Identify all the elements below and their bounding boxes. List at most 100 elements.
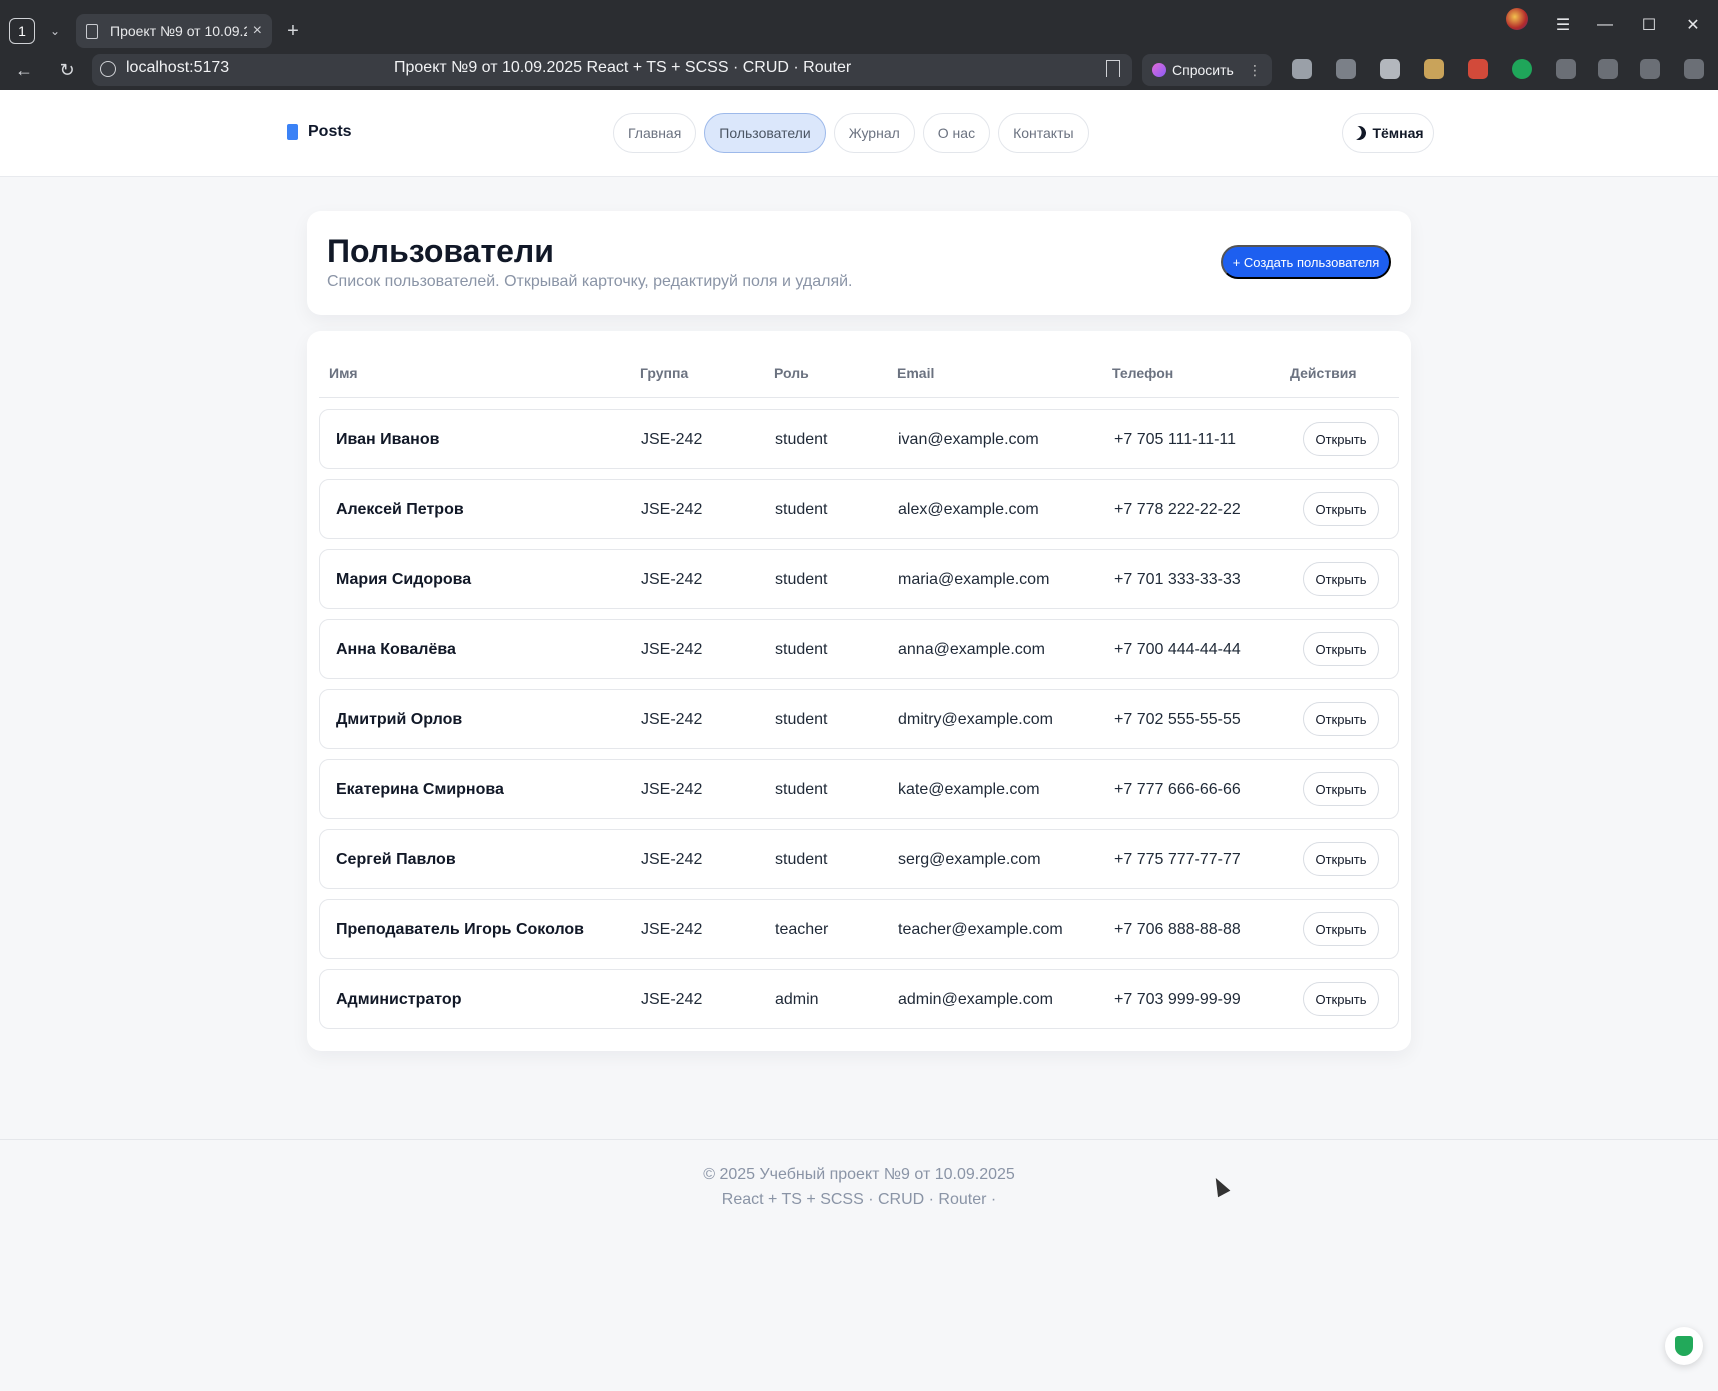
cell-email: teacher@example.com — [898, 921, 1063, 938]
more-vert-icon[interactable]: ⋮ — [1248, 62, 1262, 79]
cell-group: JSE-242 — [641, 641, 703, 658]
cookie-ext-icon[interactable] — [1424, 59, 1444, 79]
column-header-email: Email — [897, 365, 935, 381]
cell-name: Алексей Петров — [336, 501, 464, 518]
document-icon — [86, 23, 98, 39]
footer-stack: React + TS + SCSS · CRUD · Router · — [721, 1191, 997, 1208]
open-user-button[interactable]: Открыть — [1303, 772, 1379, 806]
table-row: Анна Ковалёва JSE-242 student anna@example.… — [319, 619, 1399, 679]
vue-ext-icon[interactable] — [1380, 59, 1400, 79]
cell-role: student — [775, 501, 828, 518]
media-icon[interactable] — [1598, 59, 1618, 79]
table-header: Имя Группа Роль Email Телефон Действия — [319, 331, 1399, 398]
cell-group: JSE-242 — [641, 431, 703, 448]
table-row: Мария Сидорова JSE-242 student maria@exampl… — [319, 549, 1399, 609]
cell-email: maria@example.com — [898, 571, 1050, 588]
cell-role: student — [775, 851, 828, 868]
tab-close-icon[interactable]: × — [253, 22, 262, 40]
nav-home[interactable]: Главная — [613, 113, 697, 153]
open-user-button[interactable]: Открыть — [1303, 632, 1379, 666]
cell-group: JSE-242 — [641, 501, 703, 518]
theme-label: Тёмная — [1372, 125, 1424, 141]
moon-icon — [1350, 124, 1368, 142]
ask-button[interactable]: Спросить ⋮ — [1142, 54, 1272, 86]
cell-phone: +7 775 777-77-77 — [1114, 851, 1241, 868]
globe-icon — [100, 61, 116, 77]
cell-group: JSE-242 — [641, 991, 703, 1008]
minimize-icon[interactable]: — — [1590, 10, 1620, 40]
theme-toggle-button[interactable]: Тёмная — [1342, 113, 1434, 153]
cell-role: admin — [775, 991, 819, 1008]
book-icon — [287, 124, 298, 140]
download-icon[interactable] — [1684, 59, 1704, 79]
cell-role: student — [775, 431, 828, 448]
site-footer: © 2025 Учебный проект №9 от 10.09.2025 R… — [0, 1139, 1718, 1391]
bookmark-icon[interactable] — [1106, 60, 1120, 77]
cell-email: ivan@example.com — [898, 431, 1039, 448]
nav-journal[interactable]: Журнал — [833, 113, 915, 153]
back-icon[interactable]: ← — [12, 58, 36, 82]
open-user-button[interactable]: Открыть — [1303, 562, 1379, 596]
browser-tab[interactable]: Проект №9 от 10.09.20 × — [76, 14, 272, 48]
site-header: Posts Главная Пользователи Журнал О нас … — [0, 90, 1718, 177]
nav-users[interactable]: Пользователи — [704, 113, 826, 153]
tab-counter[interactable]: 1 — [9, 18, 35, 44]
table-row: Алексей Петров JSE-242 student alex@example… — [319, 479, 1399, 539]
cell-role: teacher — [775, 921, 829, 938]
cell-phone: +7 702 555-55-55 — [1114, 711, 1241, 728]
page-title: Пользователи — [327, 233, 554, 269]
column-header-actions: Действия — [1290, 365, 1357, 381]
sidebar-icon[interactable] — [1640, 59, 1660, 79]
open-user-button[interactable]: Открыть — [1303, 422, 1379, 456]
red-ext-icon[interactable] — [1468, 59, 1488, 79]
nav-contacts[interactable]: Контакты — [998, 113, 1089, 153]
cell-name: Сергей Павлов — [336, 851, 456, 868]
main-nav: Главная Пользователи Журнал О нас Контак… — [613, 113, 1089, 153]
cell-phone: +7 701 333-33-33 — [1114, 571, 1241, 588]
page-subtitle: Список пользователей. Открывай карточку,… — [327, 273, 853, 290]
cell-phone: +7 700 444-44-44 — [1114, 641, 1241, 658]
cell-phone: +7 705 111-11-11 — [1114, 431, 1237, 448]
cell-role: student — [775, 571, 828, 588]
tab-list-chevron-icon[interactable]: ⌄ — [44, 20, 66, 42]
nav-about[interactable]: О нас — [922, 113, 991, 153]
open-user-button[interactable]: Открыть — [1303, 842, 1379, 876]
profile-avatar-icon[interactable] — [1506, 8, 1528, 30]
open-user-button[interactable]: Открыть — [1303, 912, 1379, 946]
users-table: Имя Группа Роль Email Телефон Действия И… — [307, 331, 1411, 1051]
cell-phone: +7 706 888-88-88 — [1114, 921, 1241, 938]
cell-email: admin@example.com — [898, 991, 1053, 1008]
column-header-group: Группа — [640, 365, 689, 381]
column-header-role: Роль — [774, 365, 809, 381]
extensions-icon[interactable] — [1556, 59, 1576, 79]
brand-logo[interactable]: Posts — [287, 123, 352, 141]
shield-ext-icon[interactable] — [1292, 59, 1312, 79]
security-shield-icon[interactable] — [1665, 1327, 1703, 1365]
open-user-button[interactable]: Открыть — [1303, 982, 1379, 1016]
cell-email: anna@example.com — [898, 641, 1045, 658]
maximize-icon[interactable]: ☐ — [1634, 10, 1664, 40]
cell-phone: +7 778 222-22-22 — [1114, 501, 1241, 518]
hex-ext-icon[interactable] — [1336, 59, 1356, 79]
cell-role: student — [775, 781, 828, 798]
open-user-button[interactable]: Открыть — [1303, 492, 1379, 526]
close-window-icon[interactable]: ✕ — [1678, 10, 1708, 40]
reload-icon[interactable]: ↻ — [55, 58, 79, 82]
new-tab-icon[interactable]: + — [281, 19, 305, 43]
column-header-name: Имя — [329, 365, 358, 381]
cell-name: Анна Ковалёва — [336, 641, 456, 658]
table-row: Екатерина Смирнова JSE-242 student kate@exa… — [319, 759, 1399, 819]
create-user-button[interactable]: + Создать пользователя — [1221, 245, 1391, 279]
table-row: Сергей Павлов JSE-242 student serg@example.… — [319, 829, 1399, 889]
cell-name: Мария Сидорова — [336, 571, 472, 588]
url-text[interactable]: localhost:5173 — [126, 59, 229, 77]
cell-group: JSE-242 — [641, 571, 703, 588]
page: Posts Главная Пользователи Журнал О нас … — [0, 90, 1718, 1391]
cell-name: Преподаватель Игорь Соколов — [336, 921, 584, 938]
cell-email: kate@example.com — [898, 781, 1040, 798]
menu-icon[interactable]: ☰ — [1548, 10, 1578, 40]
footer-copyright: © 2025 Учебный проект №9 от 10.09.2025 — [703, 1166, 1015, 1183]
cell-name: Дмитрий Орлов — [336, 711, 463, 728]
open-user-button[interactable]: Открыть — [1303, 702, 1379, 736]
green-shield-ext-icon[interactable] — [1512, 59, 1532, 79]
